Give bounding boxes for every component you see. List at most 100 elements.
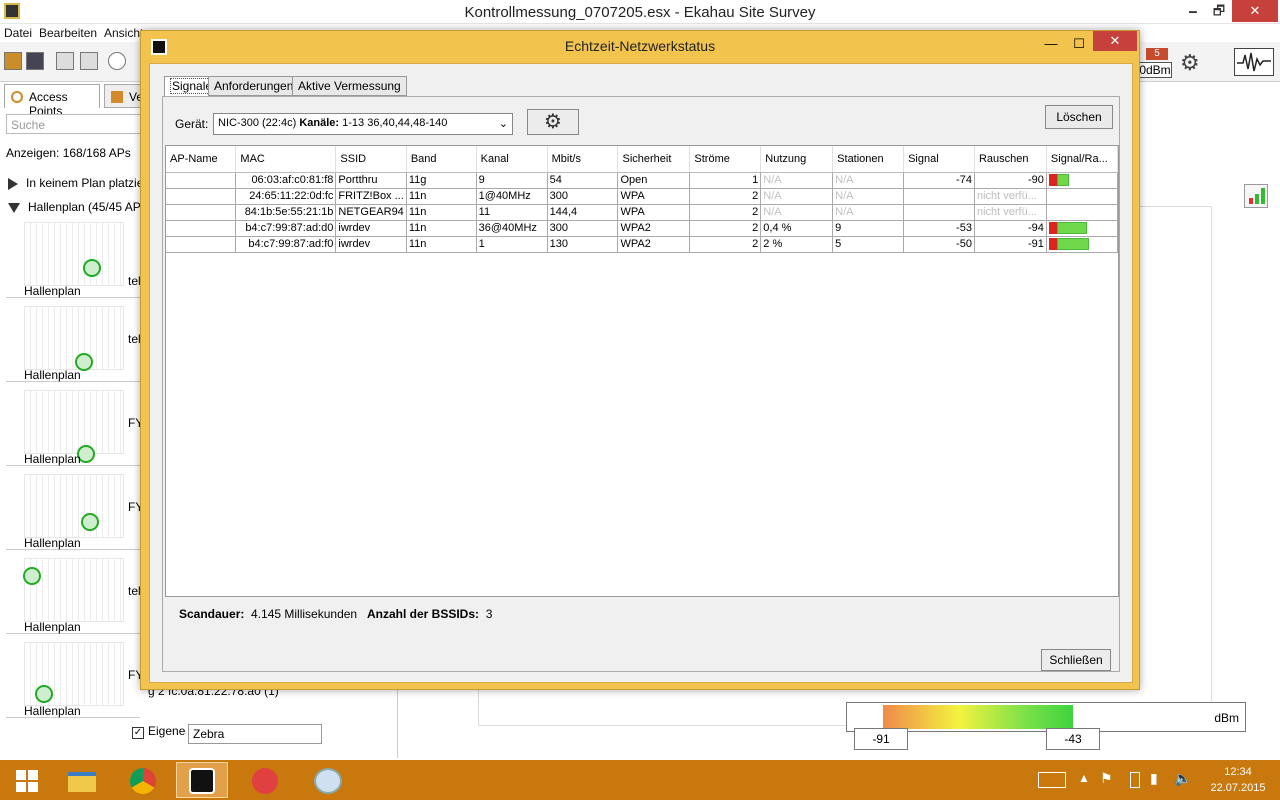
signals-panel: Gerät: NIC-300 (22:4c) Kanäle: 1-13 36,4… [162,96,1120,672]
grid-icon[interactable] [56,52,74,70]
col-nutzung[interactable]: Nutzung [760,146,834,173]
col-signal-rauschen[interactable]: Signal/Ra... [1046,146,1119,173]
plan-list-item[interactable]: Hallenplan [6,638,140,718]
ap-search-input[interactable]: Suche [6,114,146,134]
dialog-minimize-button[interactable]: — [1039,33,1063,55]
cell-noise: nicht verfü... [974,188,1047,205]
battery-icon[interactable] [1130,772,1140,788]
col-sicherheit[interactable]: Sicherheit [617,146,691,173]
cell-mbit: 300 [547,220,619,237]
cell-snr-bar [1046,188,1119,205]
table-row[interactable]: b4:c7:99:87:ad:d0 iwrdev 11n 36@40MHz 300 WPA… [166,220,1119,237]
clear-button[interactable]: Löschen [1045,105,1113,129]
cell-usage: 0,4 % [760,220,834,237]
action-center-flag-icon[interactable]: ⚑ [1100,770,1113,787]
table-row[interactable]: 84:1b:5e:55:21:1b NETGEAR94 11n 11 144,4 WPA 2… [166,204,1119,221]
tab-anforderungen[interactable]: Anforderungen [208,76,300,96]
ap-marker-icon [83,259,101,277]
keyboard-icon[interactable] [1038,772,1066,788]
tree-item-hallenplan[interactable]: Hallenplan (45/45 APs [8,200,147,214]
cell-mbit: 130 [547,236,619,253]
show-hidden-icons-icon[interactable]: ▲ [1078,771,1090,785]
col-stationen[interactable]: Stationen [832,146,905,173]
save-icon[interactable] [26,52,44,70]
cell-sec: Open [617,172,691,189]
start-button[interactable] [4,762,56,798]
windows-taskbar: ▲ ⚑ ▮ 🔈 [0,760,1280,800]
cell-usage: N/A [760,204,834,221]
main-restore-button[interactable]: 🗗 [1204,0,1234,22]
cell-kanal: 1@40MHz [476,188,548,205]
plan-list-item[interactable]: Hallenplan [6,554,140,634]
ap-marker-icon [81,513,99,531]
snr-bar [1048,222,1115,234]
device-value: NIC-300 (22:4c) [218,117,297,129]
chrome-icon[interactable] [118,762,170,798]
menu-ansicht[interactable]: Ansicht [104,26,143,40]
tree-item-not-in-plan[interactable]: In keinem Plan platzier [8,176,147,190]
cell-snr-bar [1046,172,1119,189]
cell-streams: 2 [689,188,762,205]
col-band[interactable]: Band [406,146,477,173]
plan-list-item[interactable]: Hallenplan [6,218,140,298]
schliessen-button[interactable]: Schließen [1041,649,1111,671]
plan-list-item[interactable]: Hallenplan [6,386,140,466]
dialog-maximize-button[interactable]: ☐ [1067,33,1091,55]
main-titlebar: Kontrollmessung_0707205.esx - Ekahau Sit… [0,0,1280,24]
own-name-input[interactable]: Zebra [188,724,322,744]
own-checkbox-row[interactable]: ✓ Eigene [132,724,185,739]
col-mbits[interactable]: Mbit/s [547,146,619,173]
cell-ap [166,236,237,253]
table-row[interactable]: b4:c7:99:87:ad:f0 iwrdev 11n 1 130 WPA2 2 2 % 5-… [166,236,1119,253]
chart-icon[interactable] [1244,184,1268,208]
file-explorer-icon[interactable] [56,762,108,798]
table-row[interactable]: 24:65:11:22:0d:fc FRITZ!Box ... 11n 1@40MHz… [166,188,1119,205]
cell-sec: WPA [617,204,691,221]
tab-access-points[interactable]: Access Points [4,84,100,118]
clock[interactable]: 12:34 22.07.2015 [1200,764,1276,796]
cell-ap [166,204,237,221]
menu-bearbeiten[interactable]: Bearbeiten [39,26,97,40]
dbm-readout: 0dBm [1138,62,1172,78]
cell-band: 11n [406,204,477,221]
main-close-button[interactable]: ✕ [1232,0,1278,22]
expand-arrow-icon[interactable] [8,177,18,190]
device-settings-button[interactable]: ⚙ [527,109,579,135]
col-kanal[interactable]: Kanal [476,146,548,173]
network-icon[interactable]: ▮ [1150,770,1158,787]
waveform-icon[interactable] [1234,48,1274,76]
scan-duration-value: 4.145 Millisekunden [251,607,358,621]
cell-signal: -53 [903,220,975,237]
paint-icon[interactable] [302,762,354,798]
ekahau-taskbar-icon[interactable] [176,762,228,798]
tab-aktive-vermessung[interactable]: Aktive Vermessung [292,76,407,96]
dialog-close-button[interactable]: ✕ [1093,31,1137,51]
collapse-arrow-icon[interactable] [8,202,20,213]
col-rauschen[interactable]: Rauschen [974,146,1047,173]
settings-gear-icon[interactable]: ⚙ [1180,50,1200,76]
table-row[interactable]: 06:03:af:c0:81:f8 Portthru 11g 9 54 Open 1 N/A N… [166,172,1119,189]
col-stroeme[interactable]: Ströme [689,146,762,173]
noise-segment [1048,174,1057,186]
col-signal[interactable]: Signal [903,146,975,173]
legend-unit: dBm [1214,711,1239,725]
device-select[interactable]: NIC-300 (22:4c) Kanäle: 1-13 36,40,44,48… [213,113,513,135]
col-mac[interactable]: MAC [235,146,337,173]
own-checkbox[interactable]: ✓ [132,727,144,739]
plan-list-item[interactable]: Hallenplan [6,302,140,382]
import-icon[interactable] [80,52,98,70]
menu-datei[interactable]: Datei [4,26,32,40]
legend-min-input[interactable]: -91 [854,728,908,750]
dialog-titlebar[interactable]: Echtzeit-Netzwerkstatus — ☐ ✕ [141,31,1139,61]
zoom-icon[interactable] [108,52,126,70]
cell-ssid: iwrdev [335,236,407,253]
dialog-title: Echtzeit-Netzwerkstatus [564,38,716,54]
col-ssid[interactable]: SSID [335,146,407,173]
plan-list-item[interactable]: Hallenplan [6,470,140,550]
volume-icon[interactable]: 🔈 [1174,770,1191,787]
open-folder-icon[interactable] [4,52,22,70]
audio-app-icon[interactable] [240,762,292,798]
col-ap-name[interactable]: AP-Name [166,146,237,173]
legend-max-input[interactable]: -43 [1046,728,1100,750]
cell-band: 11g [406,172,477,189]
